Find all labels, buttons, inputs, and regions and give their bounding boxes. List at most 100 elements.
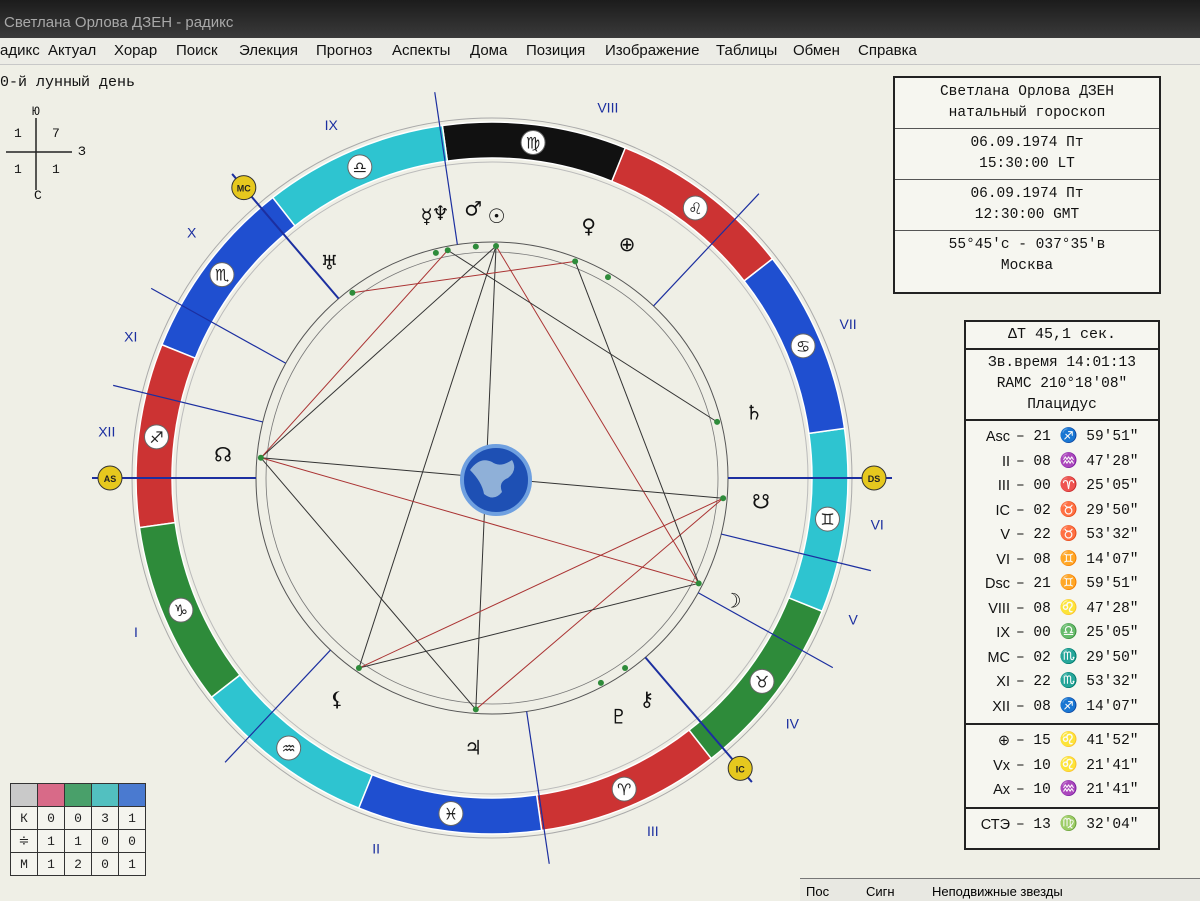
cusp-value: – 21 ♊ 59'51" xyxy=(1016,576,1139,592)
cusp-row: IX – 00 ♎ 25'05" xyxy=(966,621,1158,646)
element-count: 0 xyxy=(37,806,65,830)
cusp-row: Dsc – 21 ♊ 59'51" xyxy=(966,572,1158,597)
south-node-icon[interactable]: ☋ xyxy=(752,490,770,514)
cusp-value: – 22 ♉ 53'32" xyxy=(1016,527,1139,543)
coordinates: 55°45'с - 037°35'в xyxy=(948,237,1106,253)
cusp-name: XI xyxy=(996,674,1010,690)
menu-houses[interactable]: Дома xyxy=(470,42,507,59)
north-node-icon[interactable]: ☊ xyxy=(214,442,232,466)
menu-bar: адикс Актуал Хорар Поиск Элекция Прогноз… xyxy=(0,38,1200,65)
chiron-icon[interactable]: ⚷ xyxy=(640,687,655,711)
dsc-badge[interactable]: DS xyxy=(861,465,887,491)
ste-value: – 13 ♍ 32'04" xyxy=(1016,816,1139,833)
planet-dot xyxy=(349,289,356,296)
point-row: ⊕ – 15 ♌ 41'52" xyxy=(966,729,1158,754)
svg-text:IC: IC xyxy=(736,764,746,774)
jupiter-icon[interactable]: ♃ xyxy=(464,735,482,759)
aspect-line xyxy=(495,245,700,584)
planet-dot xyxy=(472,706,479,713)
menu-horary[interactable]: Хорар xyxy=(114,42,157,59)
planet-dot xyxy=(622,665,629,672)
cusp-name: II xyxy=(1001,453,1010,470)
svg-text:AS: AS xyxy=(104,474,117,484)
part-of-fortune-icon[interactable]: ⊕ xyxy=(619,232,636,256)
element-row: М1201 xyxy=(10,852,146,876)
house-cusp-line xyxy=(526,711,550,864)
aspect-line xyxy=(260,249,449,459)
element-count: 1 xyxy=(37,852,65,876)
menu-position[interactable]: Позиция xyxy=(526,42,585,59)
element-color-cell xyxy=(10,783,38,807)
element-count: 1 xyxy=(64,829,92,853)
zodiac-sign-icon: ♑ xyxy=(174,601,188,620)
asc-badge[interactable]: AS xyxy=(97,465,123,491)
menu-search[interactable]: Поиск xyxy=(176,42,218,59)
element-color-cell xyxy=(91,783,119,807)
element-row: ≑ 1 1 0 0 xyxy=(10,829,146,853)
cusp-row: II – 08 ♒ 47'28" xyxy=(966,450,1158,475)
house-number-4: IV xyxy=(786,716,800,732)
cusp-list: Asc – 21 ♐ 59'51" II – 08 ♒ 47'28" III – 00 ♈… xyxy=(966,421,1158,725)
natal-chart-wheel[interactable]: ♈♉♊♋♌♍♎♏♐♑♒♓ IIIIIIIVVVIVIIVIIIIXXXIXII … xyxy=(70,90,900,870)
menu-election[interactable]: Элекция xyxy=(239,42,298,59)
neptune-icon[interactable]: ♆ xyxy=(432,201,450,225)
ic-badge[interactable]: IC xyxy=(727,755,753,781)
uranus-icon[interactable]: ♅ xyxy=(321,250,339,274)
menu-forecast[interactable]: Прогноз xyxy=(316,42,372,59)
menu-actual[interactable]: Актуал xyxy=(48,42,96,59)
menu-radix[interactable]: адикс xyxy=(0,42,40,59)
cusp-row: V – 22 ♉ 53'32" xyxy=(966,523,1158,548)
person-name: Светлана Орлова ДЗЕН xyxy=(939,84,1115,100)
aspect-line xyxy=(358,497,724,669)
aspect-line xyxy=(574,261,700,584)
lilith-icon[interactable]: ⚸ xyxy=(330,687,345,711)
point-name: Vx xyxy=(993,757,1010,774)
menu-help[interactable]: Справка xyxy=(858,42,917,59)
moon-icon[interactable]: ☽ xyxy=(724,589,742,613)
sun-icon[interactable]: ☉ xyxy=(488,204,506,228)
lunar-day-label: 0-й лунный день xyxy=(0,74,136,91)
cusp-value: – 08 ♐ 14'07" xyxy=(1016,698,1139,715)
tab-pos[interactable]: Пос xyxy=(806,884,829,899)
planet-dot xyxy=(493,243,500,250)
quadrant-north: Ю xyxy=(32,104,40,119)
earth-globe-icon xyxy=(460,444,532,516)
zodiac-sign-icon: ♉ xyxy=(755,672,769,691)
zodiac-sign-icon: ♒ xyxy=(282,739,296,758)
zodiac-sign-icon: ♏ xyxy=(215,266,229,285)
element-color-cell xyxy=(37,783,65,807)
point-row: Vx – 10 ♌ 21'41" xyxy=(966,754,1158,779)
zodiac-sign-icon: ♌ xyxy=(688,199,702,218)
house-number-10: X xyxy=(187,224,197,240)
cusp-value: – 00 ♈ 25'05" xyxy=(1016,478,1139,494)
menu-tables[interactable]: Таблицы xyxy=(716,42,777,59)
zodiac-sign-icon: ♎ xyxy=(353,158,367,177)
cusp-name: VIII xyxy=(988,600,1010,617)
quadrant-bottom-right: 1 xyxy=(52,162,60,177)
element-count: 1 xyxy=(37,829,65,853)
tab-fixed-stars[interactable]: Неподвижные звезды xyxy=(932,884,1063,899)
menu-aspects[interactable]: Аспекты xyxy=(392,42,450,59)
cusp-name: V xyxy=(1000,527,1010,543)
mars-icon[interactable]: ♂ xyxy=(464,197,482,221)
tab-sign[interactable]: Сигн xyxy=(866,884,895,899)
mc-badge[interactable]: MC xyxy=(231,175,257,201)
menu-image[interactable]: Изображение xyxy=(605,42,700,59)
cusp-name: VI xyxy=(996,551,1010,568)
element-balance-table: К 0 0 3 1 ≑ 1 1 0 0 М 1 2 0 1 xyxy=(10,783,146,876)
gmt-date: 06.09.1974 Пт xyxy=(970,186,1084,202)
planet-dot xyxy=(572,258,579,265)
ramc: RAMC 210°18'08" xyxy=(996,376,1128,392)
menu-exchange[interactable]: Обмен xyxy=(793,42,840,59)
saturn-icon[interactable]: ♄ xyxy=(745,401,763,425)
pluto-icon[interactable]: ♇ xyxy=(610,704,628,728)
ste-row: СТЭ – 13 ♍ 32'04" xyxy=(966,809,1158,842)
element-row-label: К xyxy=(10,806,38,830)
cusp-value: – 00 ♎ 25'05" xyxy=(1016,625,1139,641)
cusp-row: Asc – 21 ♐ 59'51" xyxy=(966,425,1158,450)
venus-icon[interactable]: ♀ xyxy=(581,214,596,238)
aspect-line xyxy=(352,260,576,294)
house-number-9: IX xyxy=(325,117,339,133)
panel-gmt-block: 06.09.1974 Пт 12:30:00 GMT xyxy=(895,180,1159,231)
planet-dot xyxy=(720,495,727,502)
